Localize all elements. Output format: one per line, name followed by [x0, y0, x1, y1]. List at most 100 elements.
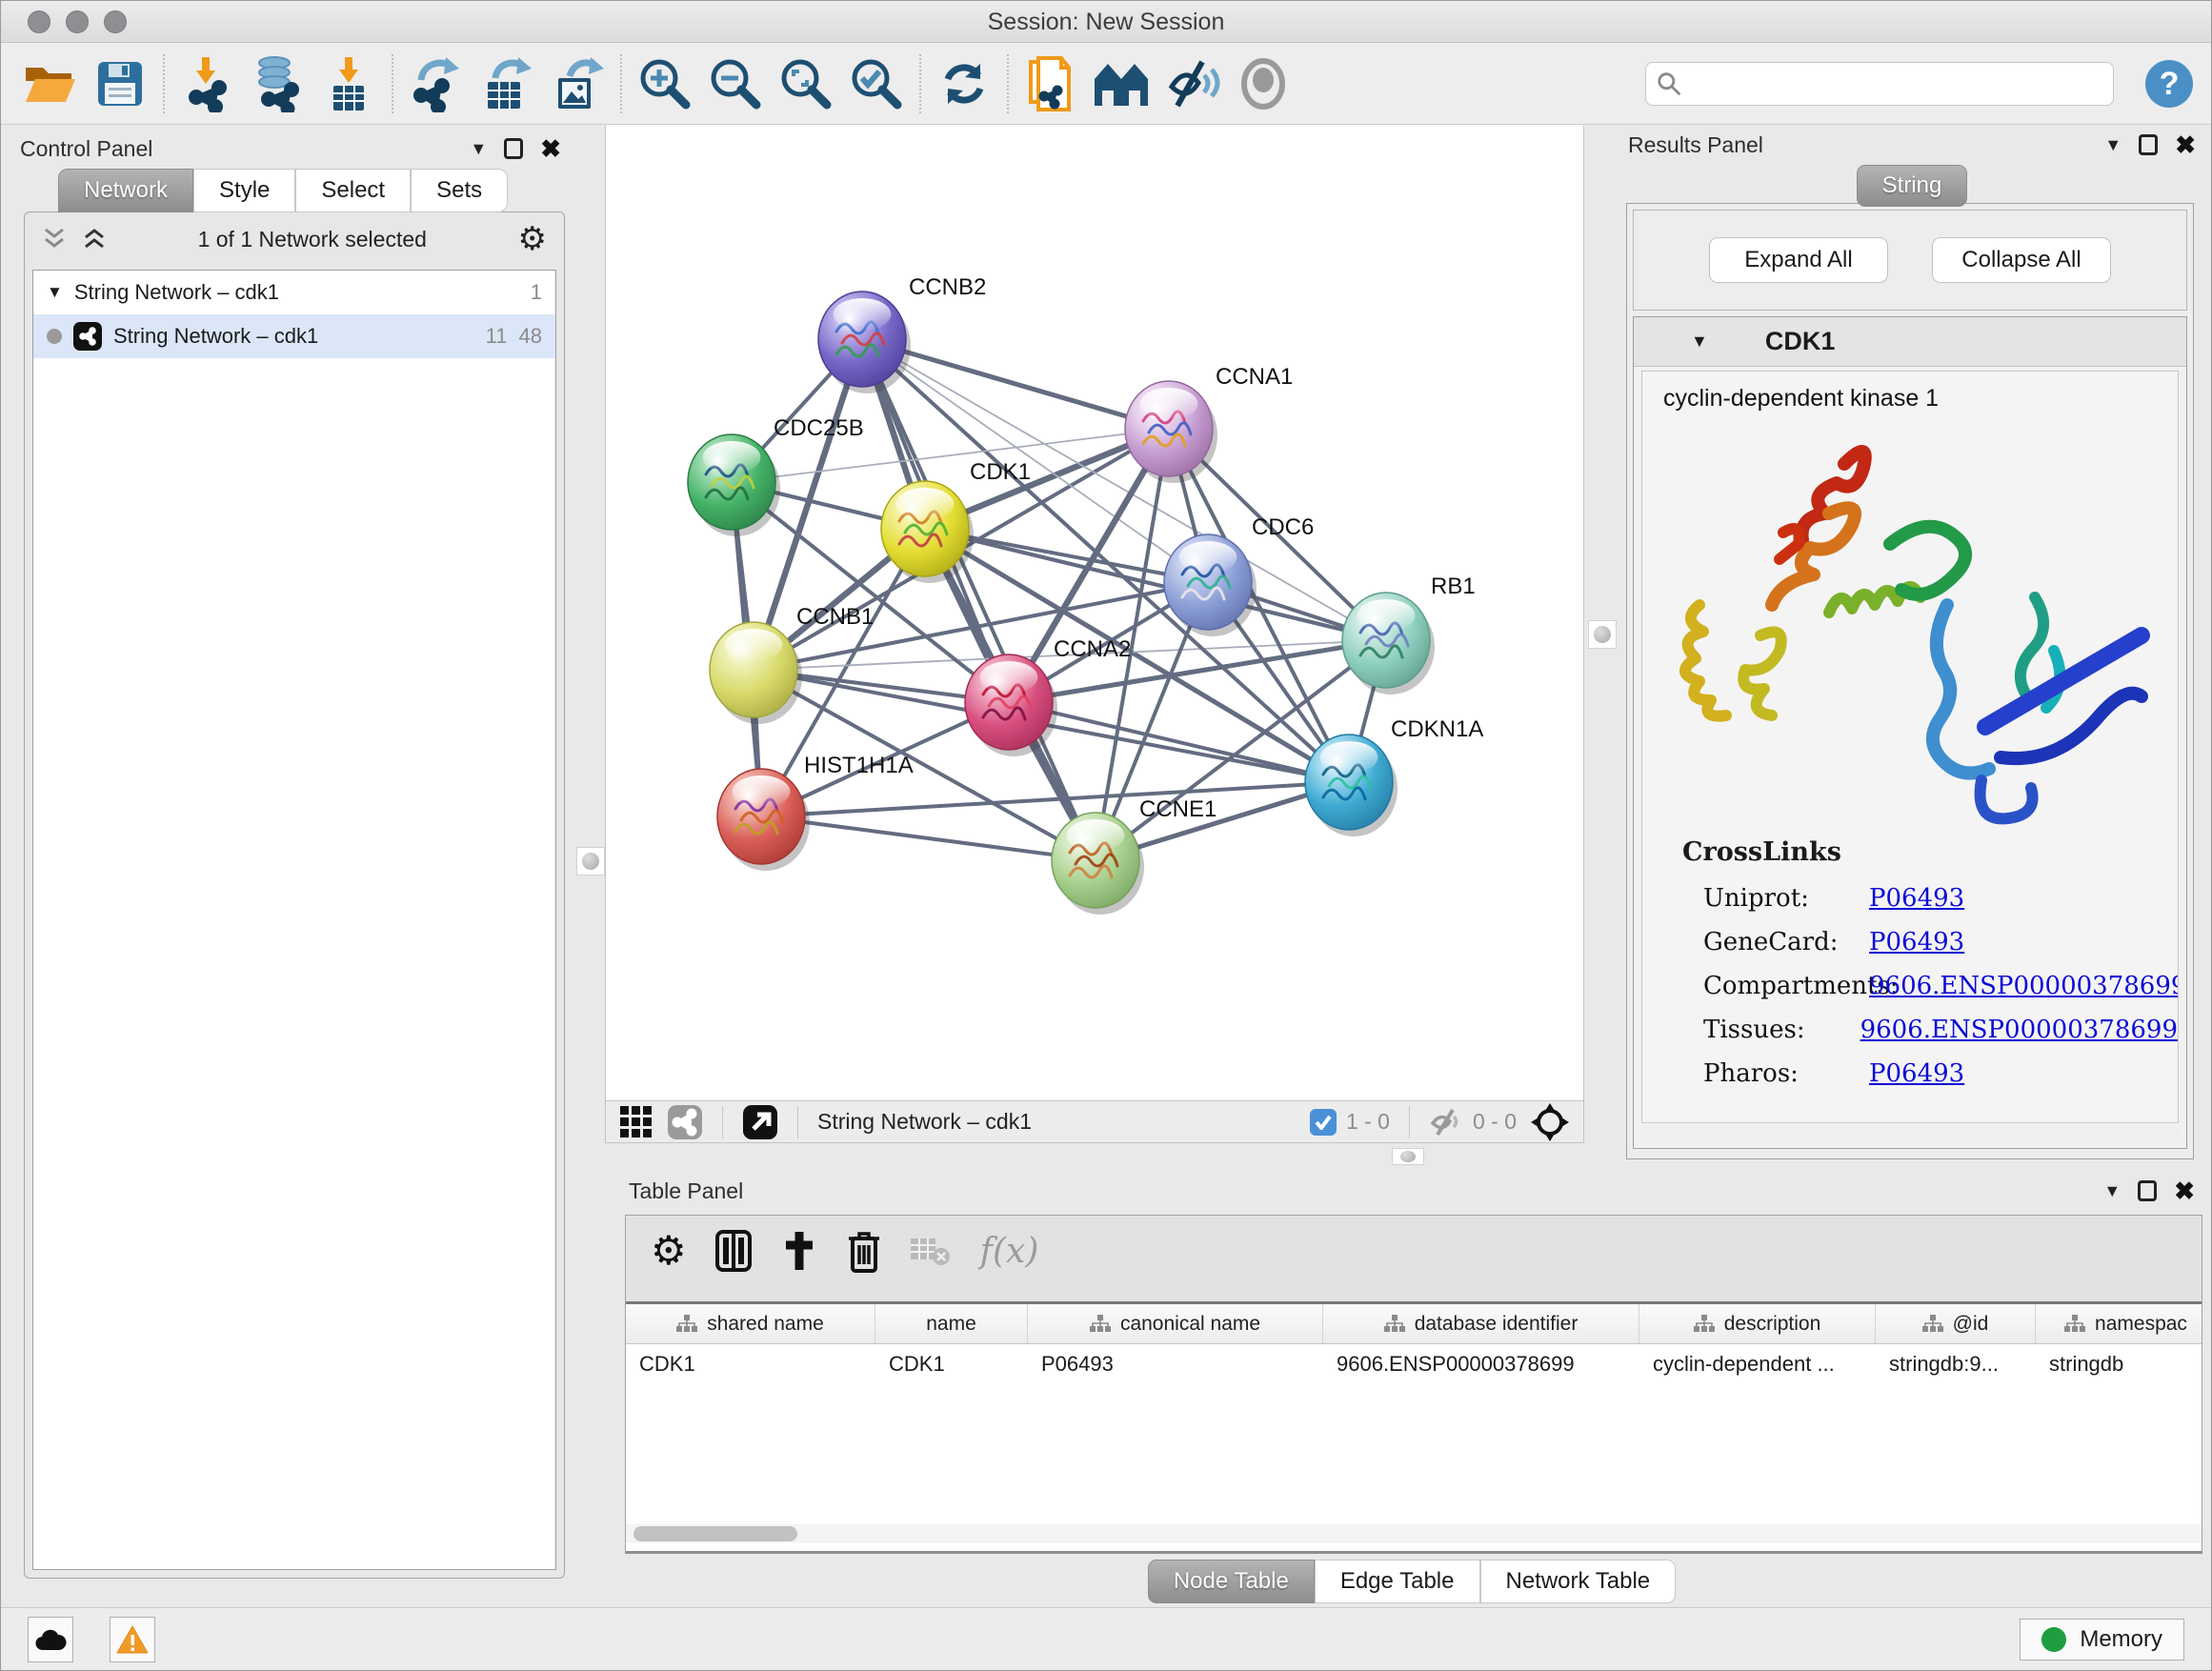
- network-node-CDK1[interactable]: [881, 481, 974, 583]
- zoom-fit-icon[interactable]: [771, 50, 841, 117]
- birdseye-icon[interactable]: [1228, 50, 1298, 117]
- right-splitter-handle[interactable]: [1588, 620, 1617, 649]
- collection-expand-icon[interactable]: ▼: [47, 283, 63, 302]
- table-hscrollbar[interactable]: [626, 1524, 2202, 1543]
- tab-string[interactable]: String: [1857, 165, 1968, 207]
- crosslink-link[interactable]: 9606.ENSP00000378699: [1869, 964, 2179, 1008]
- network-node-CCNB2[interactable]: [818, 292, 911, 393]
- collapse-all-icon[interactable]: [42, 228, 67, 251]
- zoom-out-icon[interactable]: [700, 50, 771, 117]
- crosslink-link[interactable]: P06493: [1869, 920, 1964, 964]
- network-edge[interactable]: [761, 816, 1096, 860]
- import-table-from-file-icon[interactable]: [313, 50, 384, 117]
- crosshair-icon[interactable]: [1530, 1102, 1570, 1142]
- search-input[interactable]: [1682, 70, 2103, 97]
- column-header-canonical-name[interactable]: canonical name: [1028, 1304, 1323, 1343]
- zoom-in-icon[interactable]: [630, 50, 700, 117]
- bottom-splitter-handle[interactable]: [1392, 1148, 1424, 1165]
- control-panel-menu-icon[interactable]: ▼: [470, 139, 487, 159]
- first-neighbors-icon[interactable]: [1087, 50, 1157, 117]
- crosslinks-title: CrossLinks: [1682, 837, 2178, 867]
- results-panel-close-icon[interactable]: ✖: [2175, 135, 2196, 154]
- network-edge-count: 48: [519, 324, 542, 349]
- string-import-icon[interactable]: [1016, 50, 1087, 117]
- column-header-database-identifier[interactable]: database identifier: [1323, 1304, 1639, 1343]
- show-columns-icon[interactable]: [715, 1230, 752, 1272]
- column-header-namespac[interactable]: namespac: [2036, 1304, 2212, 1343]
- tab-network[interactable]: Network: [58, 169, 193, 212]
- network-node-HIST1H1A[interactable]: [717, 769, 810, 871]
- table-panel-menu-icon[interactable]: ▼: [2103, 1181, 2121, 1201]
- table-settings-gear-icon[interactable]: ⚙: [651, 1232, 687, 1270]
- results-panel-float-icon[interactable]: [2139, 134, 2158, 155]
- network-options-gear-icon[interactable]: ⚙: [518, 220, 547, 258]
- network-collection-row[interactable]: ▼ String Network – cdk1 1: [33, 271, 555, 314]
- network-node-CDKN1A[interactable]: [1305, 735, 1398, 836]
- zoom-selected-icon[interactable]: [841, 50, 912, 117]
- table-hscrollbar-thumb[interactable]: [633, 1526, 797, 1541]
- network-canvas[interactable]: CCNB2CCNA1CDC25BCDK1CDC6RB1CCNB1CCNA2CDK…: [605, 125, 1584, 1100]
- column-header-shared-name[interactable]: shared name: [626, 1304, 875, 1343]
- tab-style[interactable]: Style: [193, 169, 295, 212]
- collapse-all-button[interactable]: Collapse All: [1932, 237, 2111, 283]
- column-header-@id[interactable]: @id: [1876, 1304, 2036, 1343]
- network-node-CDC6[interactable]: [1164, 534, 1257, 636]
- memory-button[interactable]: Memory: [2020, 1619, 2184, 1661]
- cloud-status-button[interactable]: [28, 1617, 73, 1662]
- crosslink-link[interactable]: P06493: [1869, 876, 1964, 920]
- delete-table-icon[interactable]: [910, 1235, 952, 1267]
- tab-network-table[interactable]: Network Table: [1480, 1560, 1677, 1603]
- refresh-view-icon[interactable]: [929, 50, 999, 117]
- import-network-from-database-icon[interactable]: [243, 50, 313, 117]
- network-node-CCNA1[interactable]: [1125, 381, 1217, 483]
- show-hide-icon[interactable]: [1157, 50, 1228, 117]
- tab-sets[interactable]: Sets: [411, 169, 508, 212]
- network-node-CCNA2[interactable]: [965, 654, 1057, 756]
- results-panel: Results Panel ▼ ✖ String Expand All Coll…: [1620, 125, 2203, 1159]
- import-network-from-file-icon[interactable]: [172, 50, 243, 117]
- table-panel-float-icon[interactable]: [2138, 1180, 2157, 1201]
- column-header-name[interactable]: name: [875, 1304, 1028, 1343]
- export-view-icon[interactable]: [742, 1104, 778, 1140]
- expand-all-icon[interactable]: [82, 228, 107, 251]
- control-panel-close-icon[interactable]: ✖: [540, 139, 561, 158]
- function-builder-icon[interactable]: f(x): [980, 1232, 1039, 1271]
- network-node-CDC25B[interactable]: [688, 434, 780, 536]
- column-header-description[interactable]: description: [1639, 1304, 1876, 1343]
- open-file-icon[interactable]: [14, 50, 85, 117]
- network-edge[interactable]: [862, 339, 1096, 860]
- export-table-to-file-icon[interactable]: [472, 50, 542, 117]
- network-node-RB1[interactable]: [1342, 593, 1435, 695]
- column-header-label: namespac: [2095, 1313, 2187, 1336]
- left-splitter-handle[interactable]: [576, 847, 605, 876]
- search-box[interactable]: [1645, 62, 2114, 106]
- gene-hscrollbar[interactable]: [1641, 1127, 2179, 1142]
- selected-checkbox-icon[interactable]: [1310, 1109, 1337, 1136]
- export-image-icon[interactable]: [542, 50, 613, 117]
- crosslink-link[interactable]: 9606.ENSP00000378699: [1860, 1008, 2178, 1052]
- tab-edge-table[interactable]: Edge Table: [1315, 1560, 1480, 1603]
- tab-node-table[interactable]: Node Table: [1148, 1560, 1315, 1603]
- birdseye-view-icon[interactable]: [667, 1104, 703, 1140]
- results-panel-menu-icon[interactable]: ▼: [2104, 135, 2122, 155]
- toolbar-separator: [919, 54, 921, 113]
- delete-column-icon[interactable]: [847, 1229, 881, 1273]
- control-panel-float-icon[interactable]: [504, 138, 523, 159]
- crosslink-link[interactable]: P06493: [1869, 1052, 1964, 1096]
- network-node-CCNE1[interactable]: [1052, 813, 1144, 915]
- expand-all-button[interactable]: Expand All: [1709, 237, 1888, 283]
- warning-button[interactable]: [110, 1617, 155, 1662]
- column-header-label: @id: [1953, 1313, 1989, 1336]
- tab-select[interactable]: Select: [295, 169, 411, 212]
- create-column-icon[interactable]: [780, 1230, 818, 1272]
- export-network-to-file-icon[interactable]: [401, 50, 472, 117]
- table-panel-close-icon[interactable]: ✖: [2174, 1181, 2195, 1200]
- table-row[interactable]: CDK1CDK1P064939606.ENSP00000378699cyclin…: [626, 1344, 2202, 1384]
- crosslink-row: Compartments:9606.ENSP00000378699: [1682, 964, 2178, 1008]
- network-row[interactable]: String Network – cdk1 11 48: [33, 314, 555, 358]
- gene-collapse-icon[interactable]: ▼: [1691, 332, 1708, 352]
- grid-view-icon[interactable]: [619, 1105, 654, 1139]
- help-icon[interactable]: ?: [2141, 50, 2198, 117]
- network-edge[interactable]: [1009, 702, 1349, 782]
- save-session-icon[interactable]: [85, 50, 155, 117]
